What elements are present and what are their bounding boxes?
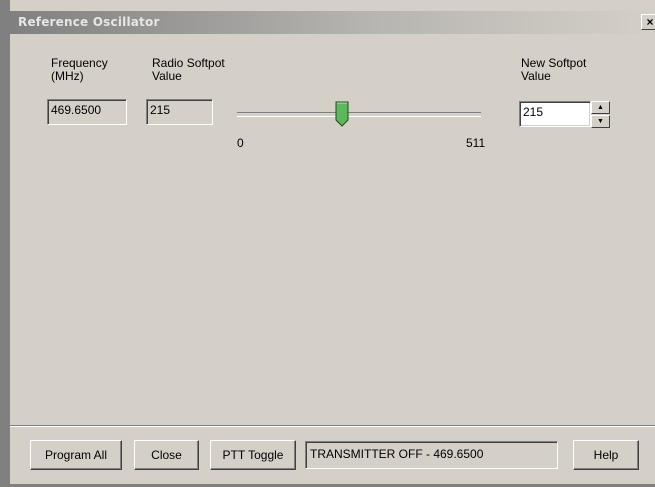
frequency-field: 469.6500 (47, 99, 127, 125)
slider-min-label: 0 (237, 136, 244, 150)
slider-max-label: 511 (466, 136, 486, 150)
window-title: Reference Oscillator (18, 15, 160, 29)
close-window-button[interactable]: × (641, 14, 655, 30)
transmitter-status-field: TRANSMITTER OFF - 469.6500 (305, 441, 558, 469)
window-left-edge (0, 0, 10, 487)
close-icon: × (646, 15, 654, 29)
reference-oscillator-window: Reference Oscillator × Frequency (MHz) 4… (0, 0, 655, 487)
radio-softpot-field: 215 (146, 99, 213, 125)
softpot-slider-thumb[interactable] (335, 101, 349, 127)
spin-up-arrow-icon[interactable]: ▲ (591, 101, 610, 114)
help-button[interactable]: Help (573, 440, 639, 470)
softpot-slider-track[interactable] (237, 112, 481, 117)
new-softpot-label-line2: Value (521, 69, 551, 83)
close-button[interactable]: Close (134, 440, 199, 470)
ptt-toggle-button[interactable]: PTT Toggle (210, 440, 296, 470)
spin-down-arrow-icon[interactable]: ▼ (591, 115, 610, 128)
radio-softpot-label-line2: Value (152, 69, 182, 83)
title-bar[interactable]: Reference Oscillator × (10, 11, 655, 34)
program-all-button[interactable]: Program All (30, 440, 122, 470)
bottom-separator (10, 425, 655, 427)
new-softpot-spinner[interactable]: ▲ ▼ (591, 101, 610, 128)
frequency-label-line2: (MHz) (51, 69, 84, 83)
new-softpot-input[interactable]: 215 (519, 101, 591, 127)
